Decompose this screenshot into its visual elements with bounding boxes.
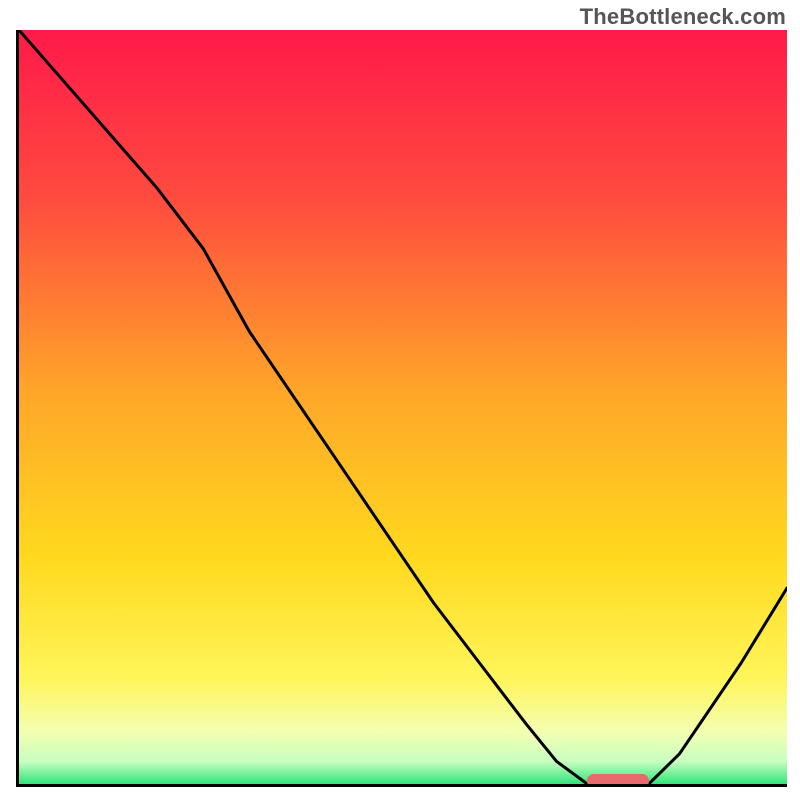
chart-plot-area xyxy=(16,30,787,787)
background-gradient xyxy=(19,30,787,784)
watermark-text: TheBottleneck.com xyxy=(580,4,786,30)
optimal-marker xyxy=(587,774,648,787)
